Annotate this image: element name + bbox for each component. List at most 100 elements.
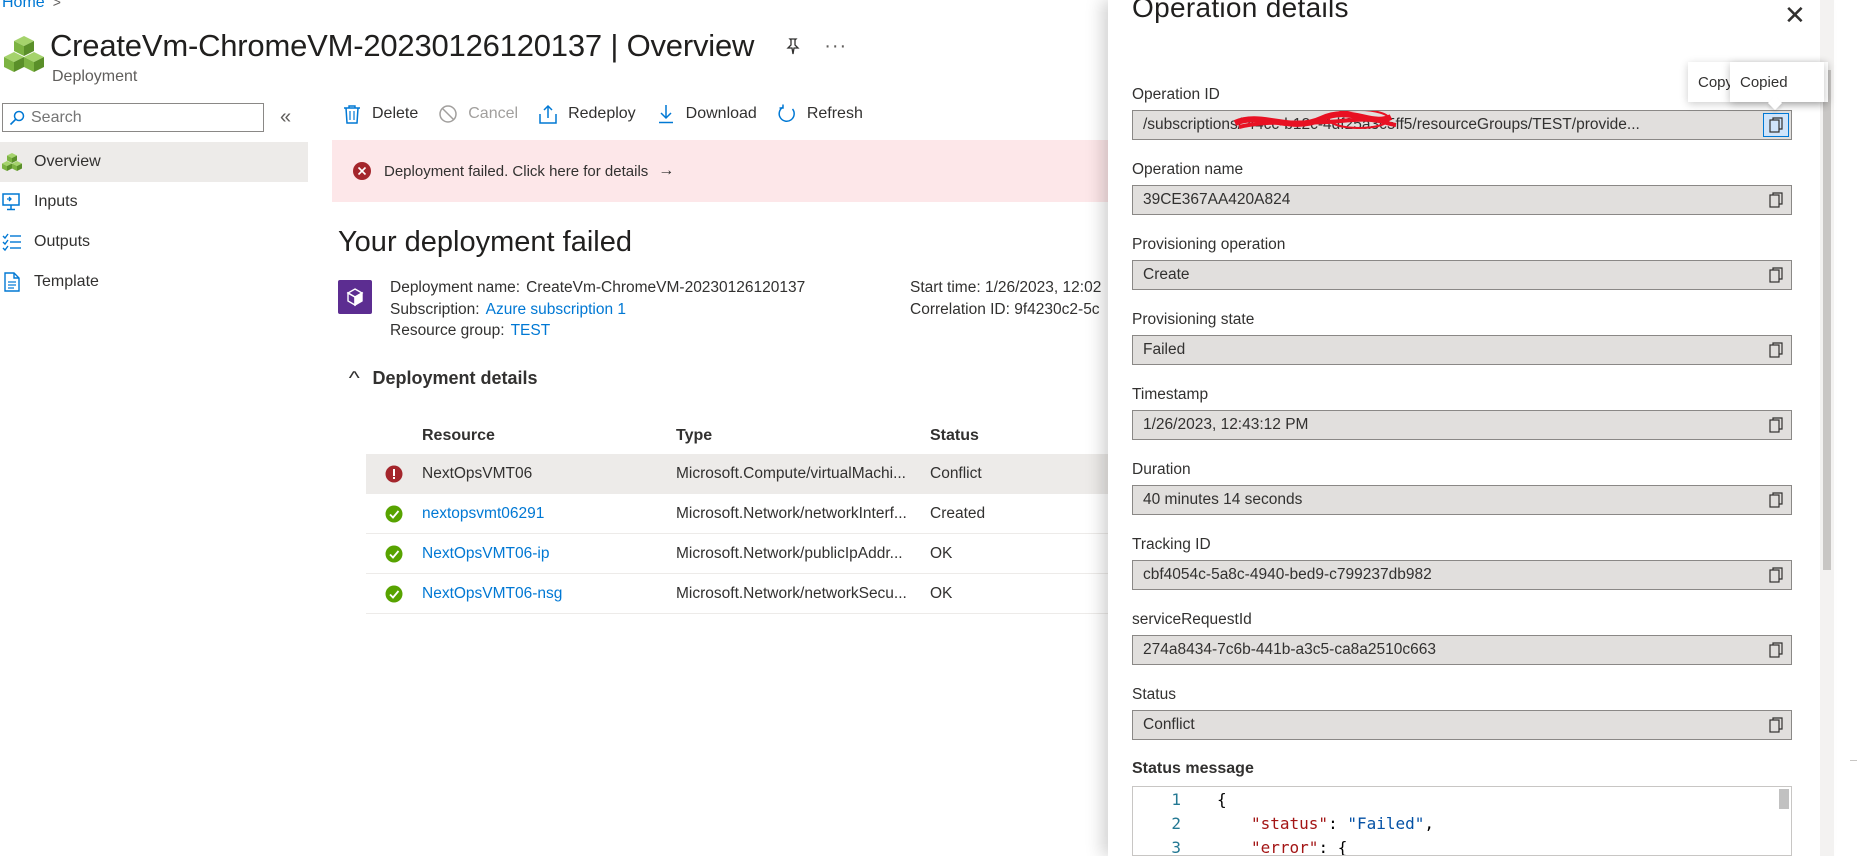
inputs-icon — [2, 193, 20, 211]
field-label-duration: Duration — [1132, 461, 1191, 478]
more-options-icon[interactable]: ··· — [824, 35, 847, 58]
code-scrollbar[interactable] — [1779, 789, 1789, 809]
breadcrumb-home-link[interactable]: Home — [2, 0, 45, 11]
sidebar-item-label: Template — [34, 273, 99, 290]
deployment-cube-icon — [338, 280, 372, 314]
copy-operation-id-button[interactable] — [1763, 113, 1789, 137]
status-message-code-editor[interactable]: 1 { 2 "status": "Failed", 3 "error": { — [1132, 786, 1792, 856]
sidebar-item-inputs[interactable]: Inputs — [0, 182, 308, 222]
status-field[interactable]: Conflict — [1132, 710, 1792, 740]
template-icon — [4, 272, 20, 292]
column-header-type[interactable]: Type — [676, 427, 930, 445]
resource-type: Microsoft.Network/publicIpAddr... — [676, 544, 903, 562]
pin-icon[interactable] — [784, 37, 802, 55]
duration-field[interactable]: 40 minutes 14 seconds — [1132, 485, 1792, 515]
delete-label: Delete — [372, 105, 419, 122]
copy-timestamp-button[interactable] — [1763, 413, 1789, 437]
success-check-icon — [385, 505, 403, 522]
sidebar-item-template[interactable]: Template — [0, 262, 308, 302]
success-check-icon — [385, 545, 403, 562]
refresh-button[interactable]: Refresh — [777, 104, 863, 124]
search-input[interactable] — [31, 108, 251, 127]
redeploy-button[interactable]: Redeploy — [538, 104, 636, 124]
copy-tracking-id-button[interactable] — [1763, 563, 1789, 587]
copy-icon — [1769, 717, 1783, 733]
deployment-name-value: CreateVm-ChromeVM-20230126120137 — [526, 279, 806, 296]
code-line: 1 { — [1133, 787, 1791, 811]
panel-scrollbar[interactable] — [1820, 0, 1834, 856]
copy-provisioning-operation-button[interactable] — [1763, 263, 1789, 287]
deployment-details-toggle[interactable]: ^ Deployment details — [348, 368, 538, 389]
column-header-status[interactable]: Status — [930, 427, 1130, 445]
field-label-service-request-id: serviceRequestId — [1132, 611, 1252, 628]
resource-status: OK — [930, 544, 953, 562]
copy-icon — [1769, 417, 1783, 433]
copy-service-request-id-button[interactable] — [1763, 638, 1789, 662]
search-icon — [9, 110, 25, 125]
json-value: "Failed" — [1347, 813, 1425, 833]
field-label-operation-name: Operation name — [1132, 161, 1244, 178]
copy-duration-button[interactable] — [1763, 488, 1789, 512]
table-row[interactable]: NextOpsVMT06-nsg Microsoft.Network/netwo… — [366, 574, 1136, 614]
service-request-id-value: 274a8434-7c6b-441b-a3c5-ca8a2510c663 — [1143, 641, 1437, 658]
copy-icon — [1769, 342, 1783, 358]
operation-id-field[interactable]: /subscriptions/ 44cc-b12c-4df25a3c5ff5/r… — [1132, 110, 1792, 140]
status-message-label: Status message — [1132, 760, 1254, 777]
download-label: Download — [685, 105, 757, 122]
subscription-link[interactable]: Azure subscription 1 — [486, 301, 626, 318]
delete-button[interactable]: Delete — [342, 104, 418, 124]
resource-link[interactable]: nextopsvmt06291 — [422, 505, 676, 523]
column-header-resource[interactable]: Resource — [422, 427, 676, 445]
start-time-value: 1/26/2023, 12:02 — [984, 279, 1102, 296]
copy-icon — [1769, 492, 1783, 508]
resource-group-link[interactable]: TEST — [511, 322, 551, 339]
copy-status-button[interactable] — [1763, 713, 1789, 737]
correlation-id-value: 9f4230c2-5c — [1014, 300, 1100, 318]
collapse-menu-icon[interactable]: « — [280, 106, 291, 129]
field-label-operation-id: Operation ID — [1132, 86, 1220, 103]
resource-status: Conflict — [930, 464, 982, 482]
cancel-button[interactable]: Cancel — [438, 104, 518, 124]
breadcrumb-separator: > — [52, 0, 61, 10]
resource-type: Microsoft.Compute/virtualMachi... — [676, 464, 906, 482]
cancel-icon — [439, 105, 457, 123]
upload-icon — [539, 104, 557, 124]
timestamp-field[interactable]: 1/26/2023, 12:43:12 PM — [1132, 410, 1792, 440]
resource-status: Created — [930, 504, 986, 522]
copy-operation-name-button[interactable] — [1763, 188, 1789, 212]
deployment-failed-banner[interactable]: Deployment failed. Click here for detail… — [332, 140, 1132, 202]
chevron-up-icon: ^ — [348, 368, 360, 388]
scrollbar-thumb[interactable] — [1823, 70, 1831, 570]
copy-icon — [1769, 192, 1783, 208]
error-status-icon — [385, 465, 403, 482]
service-request-id-field[interactable]: 274a8434-7c6b-441b-a3c5-ca8a2510c663 — [1132, 635, 1792, 665]
copy-icon — [1769, 117, 1783, 133]
tracking-id-value: cbf4054c-5a8c-4940-bed9-c799237db982 — [1143, 566, 1432, 583]
provisioning-state-field[interactable]: Failed — [1132, 335, 1792, 365]
provisioning-state-value: Failed — [1143, 341, 1186, 358]
table-row[interactable]: nextopsvmt06291 Microsoft.Network/networ… — [366, 494, 1136, 534]
banner-text: Deployment failed. Click here for detail… — [384, 162, 649, 180]
download-button[interactable]: Download — [656, 104, 757, 124]
table-row[interactable]: NextOpsVMT06 Microsoft.Compute/virtualMa… — [366, 454, 1136, 494]
operation-name-field[interactable]: 39CE367AA420A824 — [1132, 185, 1792, 215]
json-key: "error" — [1251, 837, 1319, 856]
deployment-name-label: Deployment name: — [390, 279, 521, 296]
search-box[interactable] — [2, 103, 264, 132]
json-key: "status" — [1251, 813, 1329, 833]
resource-link[interactable]: NextOpsVMT06-ip — [422, 545, 676, 563]
refresh-label: Refresh — [806, 105, 863, 122]
resource-link[interactable]: NextOpsVMT06-nsg — [422, 585, 676, 603]
sidebar-item-outputs[interactable]: Outputs — [0, 222, 308, 262]
code-line: 2 "status": "Failed", — [1133, 811, 1791, 835]
resource-name: NextOpsVMT06 — [422, 464, 533, 482]
table-row[interactable]: NextOpsVMT06-ip Microsoft.Network/public… — [366, 534, 1136, 574]
command-bar: Delete Cancel Redeploy Download Refresh — [342, 104, 883, 124]
sidebar-item-overview[interactable]: Overview — [0, 142, 308, 182]
provisioning-operation-field[interactable]: Create — [1132, 260, 1792, 290]
copy-provisioning-state-button[interactable] — [1763, 338, 1789, 362]
error-circle-icon — [353, 162, 371, 180]
line-number: 2 — [1171, 813, 1181, 833]
tracking-id-field[interactable]: cbf4054c-5a8c-4940-bed9-c799237db982 — [1132, 560, 1792, 590]
close-icon[interactable]: ✕ — [1784, 0, 1806, 31]
